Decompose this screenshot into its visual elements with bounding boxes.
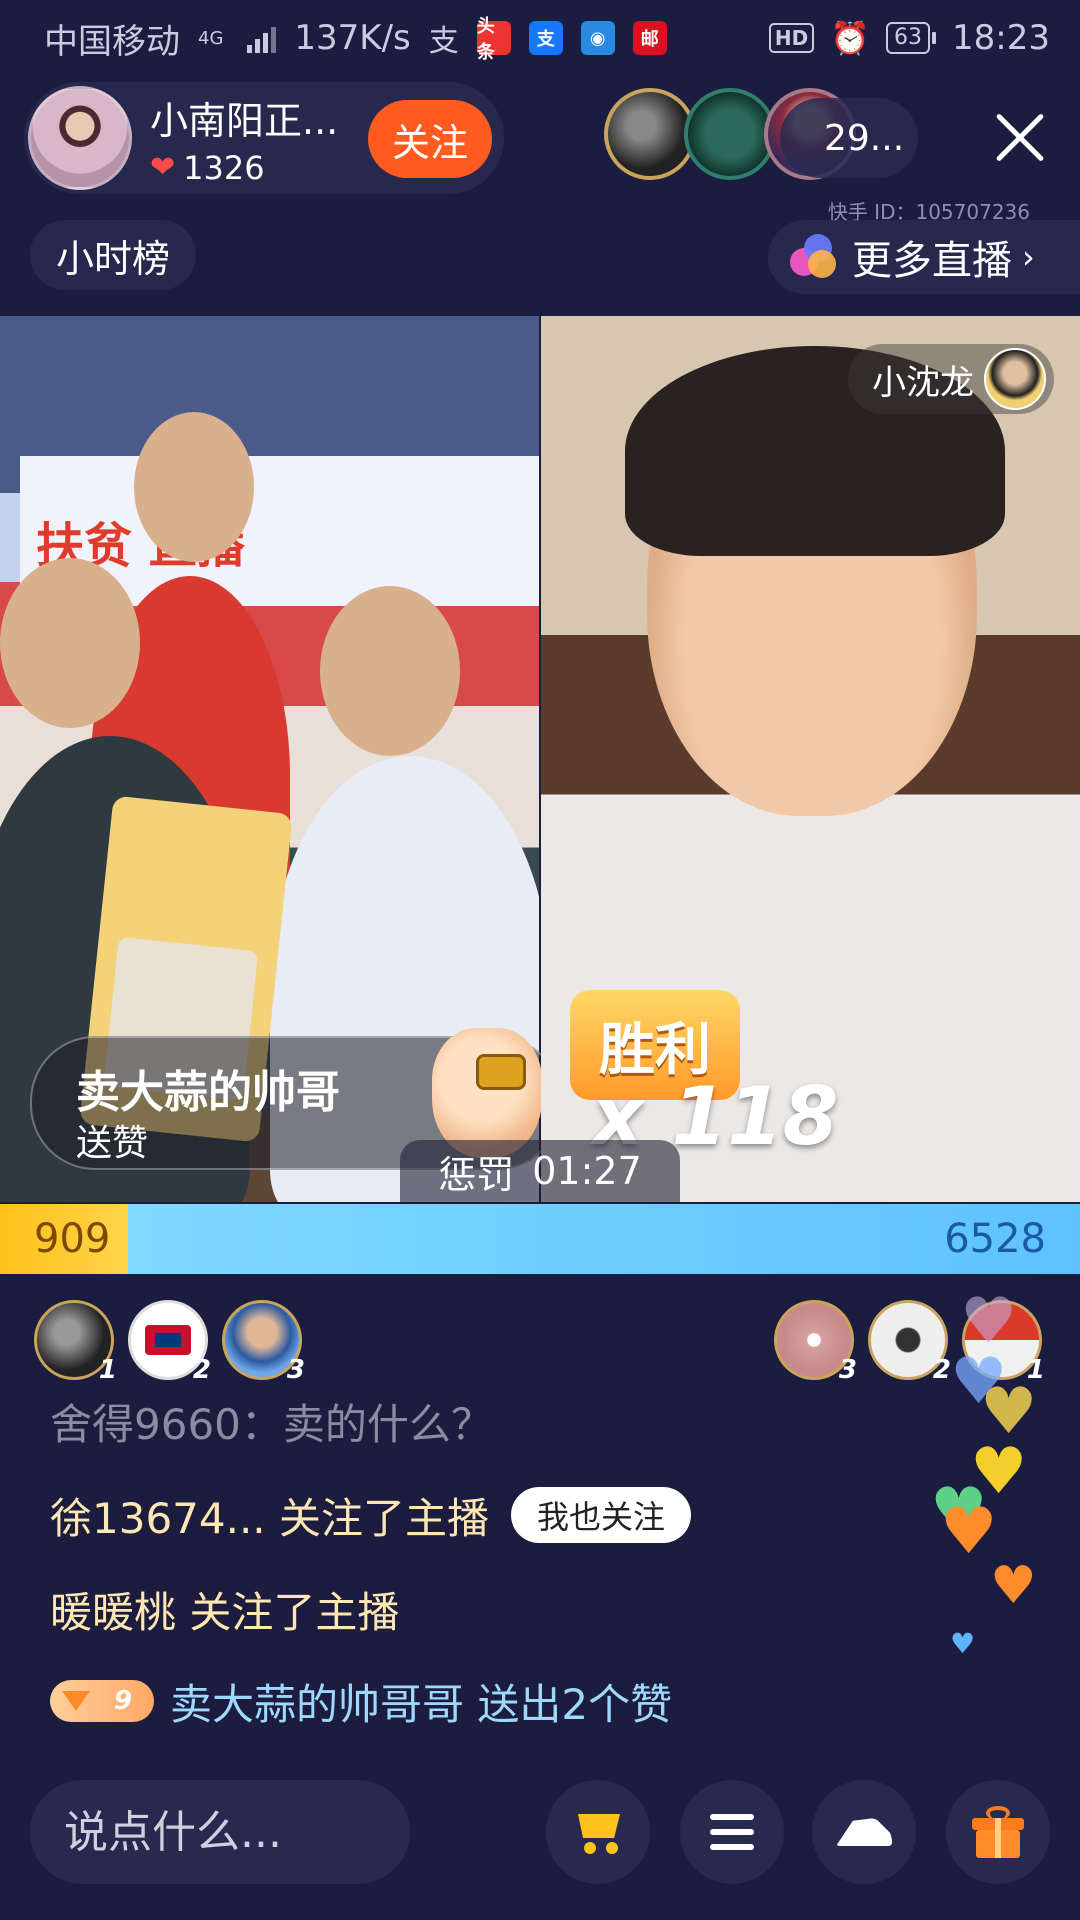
cart-icon — [572, 1810, 624, 1854]
gift-type: 送赞 — [76, 1123, 149, 1164]
gift-button[interactable] — [946, 1780, 1050, 1884]
anchor-card[interactable]: 小南阳正... ❤ 1326 关注 — [24, 82, 504, 194]
likes-count: 1326 — [183, 148, 265, 187]
chat-message: 舍得9660：卖的什么？ — [28, 1382, 515, 1460]
heart-icon: ♥ — [950, 1627, 976, 1660]
gift-icon — [972, 1806, 1024, 1858]
anchor-name: 小南阳正... — [150, 98, 339, 143]
chat-text: 徐13674... 关注了主播 — [50, 1493, 490, 1543]
anchor-info: 小南阳正... ❤ 1326 — [150, 90, 338, 187]
anchor-likes: ❤ 1326 — [150, 149, 338, 187]
person-head — [134, 412, 254, 562]
share-button[interactable] — [812, 1780, 916, 1884]
battery-icon: 63 — [886, 22, 937, 54]
shop-cart-button[interactable] — [546, 1780, 650, 1884]
contributor-avatar[interactable]: 3 — [222, 1300, 305, 1385]
more-live-button[interactable]: 更多直播 › — [768, 220, 1080, 294]
opponent-avatar — [984, 348, 1046, 410]
viewer-avatar[interactable] — [684, 88, 776, 180]
alipay-app-icon: 支 — [528, 21, 563, 55]
more-live-icon — [790, 234, 836, 280]
floating-hearts: ♥ ♥ ♥ ♥ ♥ ♥ ♥ ♥ — [930, 1290, 1080, 1710]
thumbs-up-icon — [432, 1028, 542, 1158]
menu-icon — [710, 1814, 754, 1850]
more-live-label: 更多直播 — [852, 238, 1012, 284]
alipay-icon: 支 — [428, 24, 459, 59]
chevron-right-icon: › — [1022, 238, 1035, 276]
alarm-icon: ⏰ — [830, 19, 871, 57]
share-icon — [836, 1818, 892, 1846]
viewer-avatar[interactable] — [604, 88, 696, 180]
contributor-avatar[interactable]: 1 — [34, 1300, 117, 1385]
opponent-streamer-tag[interactable]: 小沈龙 — [848, 344, 1054, 414]
network-label: 4G — [198, 27, 224, 49]
chat-message: 9 卖大蒜的帅哥哥 送出2个赞 — [28, 1662, 695, 1740]
comment-input[interactable] — [30, 1780, 410, 1884]
chat-message: 徐13674... 关注了主播 我也关注 — [28, 1476, 714, 1554]
heart-icon: ♥ — [990, 1556, 1037, 1616]
penalty-timer: 惩罚 01:27 — [400, 1140, 680, 1202]
anchor-avatar[interactable] — [28, 86, 132, 190]
pk-score-bar: 909 6528 — [0, 1204, 1080, 1274]
person-head — [320, 586, 460, 756]
contributor-avatar[interactable]: 3 — [774, 1300, 857, 1385]
chat-text: 卖大蒜的帅哥哥 送出2个赞 — [170, 1679, 673, 1729]
penalty-time: 01:27 — [532, 1149, 642, 1193]
person-head — [0, 558, 140, 728]
chat-message: 暖暖桃 关注了主播 — [28, 1570, 422, 1648]
hd-icon: HD — [768, 23, 815, 53]
pk-right-score: 6528 — [128, 1204, 1080, 1274]
post-icon: 邮 — [632, 21, 667, 55]
signal-icon — [247, 23, 277, 53]
also-follow-button[interactable]: 我也关注 — [511, 1487, 692, 1543]
toutiao-icon: 头条 — [476, 16, 511, 63]
menu-button[interactable] — [680, 1780, 784, 1884]
hour-rank-button[interactable]: 小时榜 — [30, 220, 197, 290]
viewer-count[interactable]: 29... — [780, 98, 918, 178]
penalty-label: 惩罚 — [438, 1152, 515, 1197]
opponent-name: 小沈龙 — [872, 362, 974, 403]
status-bar: 中国移动 4G 137K/s 支 头条 支 ◉ 邮 HD ⏰ 63 18:23 — [0, 0, 1080, 76]
close-icon[interactable] — [990, 108, 1050, 168]
podcast-icon: ◉ — [580, 21, 615, 55]
user-level-badge: 9 — [50, 1680, 154, 1722]
battery-level: 63 — [886, 22, 931, 54]
pk-left-score: 909 — [0, 1204, 128, 1274]
left-contributors: 1 2 3 — [34, 1300, 305, 1385]
heart-icon: ❤ — [150, 150, 176, 185]
contributor-avatar[interactable]: 2 — [128, 1300, 211, 1385]
gift-sender: 卖大蒜的帅哥 — [76, 1067, 340, 1118]
network-speed: 137K/s — [294, 18, 411, 58]
clock: 18:23 — [952, 18, 1050, 58]
carrier-label: 中国移动 — [44, 21, 180, 62]
heart-icon: ♥ — [940, 1495, 998, 1569]
follow-button[interactable]: 关注 — [368, 100, 492, 178]
